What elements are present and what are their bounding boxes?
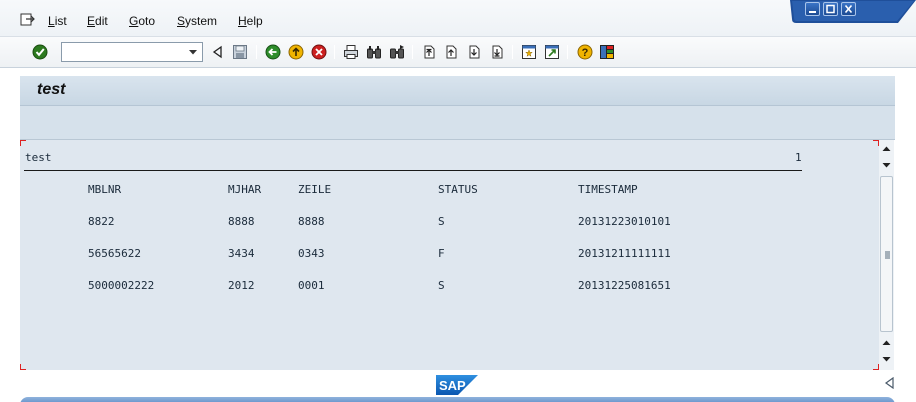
page-margin [0, 76, 20, 402]
screen-title: test [37, 81, 66, 98]
cell-status[interactable]: S [438, 215, 445, 228]
scroll-thumb[interactable] [880, 176, 893, 332]
cell-mjhar[interactable]: 2012 [228, 279, 255, 292]
enter-icon[interactable] [32, 44, 48, 60]
list-output: test 1 MBLNR MJHAR ZEILE STATUS TIMESTAM… [20, 140, 879, 370]
cell-status[interactable]: S [438, 279, 445, 292]
scroll-page-up-icon[interactable] [879, 142, 894, 156]
minimize-button[interactable] [805, 2, 820, 16]
chevron-down-icon[interactable] [184, 43, 202, 61]
frame-corner [20, 140, 26, 146]
menu-bar: List Edit Goto System Help [0, 0, 916, 36]
grip-icon [885, 251, 890, 259]
column-header-status[interactable]: STATUS [438, 183, 478, 196]
cell-timestamp[interactable]: 20131225081651 [578, 279, 671, 292]
list-header-title: test [25, 151, 52, 164]
sap-logo-text: SAP [439, 378, 466, 393]
list-page-number: 1 [795, 151, 802, 164]
command-field[interactable] [61, 42, 203, 62]
vertical-scrollbar[interactable] [879, 140, 894, 370]
maximize-button[interactable] [823, 2, 838, 16]
command-input[interactable] [64, 44, 182, 60]
create-session-icon[interactable] [521, 44, 537, 60]
sap-logo: SAP [436, 375, 478, 395]
cell-mblnr[interactable]: 56565622 [88, 247, 141, 260]
cell-zeile[interactable]: 0343 [298, 247, 325, 260]
menu-list[interactable]: List [48, 14, 67, 28]
help-icon[interactable]: ? [577, 44, 593, 60]
frame-corner [20, 364, 26, 370]
status-bar [20, 397, 895, 402]
cell-zeile[interactable]: 8888 [298, 215, 325, 228]
cell-timestamp[interactable]: 20131223010101 [578, 215, 671, 228]
find-next-icon[interactable] [389, 44, 405, 60]
menu-system[interactable]: System [177, 14, 217, 28]
cell-timestamp[interactable]: 20131211111111 [578, 247, 671, 260]
cell-zeile[interactable]: 0001 [298, 279, 325, 292]
header-divider [24, 170, 802, 171]
previous-page-icon[interactable] [443, 44, 459, 60]
cell-status[interactable]: F [438, 247, 445, 260]
cancel-icon[interactable] [311, 44, 327, 60]
customize-layout-icon[interactable] [599, 44, 615, 60]
menu-edit[interactable]: Edit [87, 14, 108, 28]
close-window-button[interactable] [841, 2, 856, 16]
exit-icon[interactable] [288, 44, 304, 60]
cell-mblnr[interactable]: 5000002222 [88, 279, 154, 292]
column-header-mblnr[interactable]: MBLNR [88, 183, 121, 196]
scroll-down-icon[interactable] [879, 352, 894, 366]
print-icon[interactable] [343, 44, 359, 60]
system-toolbar: ? [0, 36, 916, 68]
back-icon[interactable] [265, 44, 281, 60]
cell-mblnr[interactable]: 8822 [88, 215, 115, 228]
cell-mjhar[interactable]: 8888 [228, 215, 255, 228]
expand-status-icon[interactable] [883, 376, 895, 390]
column-header-mjhar[interactable]: MJHAR [228, 183, 261, 196]
save-icon[interactable] [232, 44, 248, 60]
menu-help[interactable]: Help [238, 14, 263, 28]
application-toolbar [20, 106, 895, 140]
scroll-up-arrow-icon[interactable] [879, 336, 894, 350]
svg-text:?: ? [582, 47, 589, 59]
window-controls [790, 0, 916, 23]
next-page-icon[interactable] [466, 44, 482, 60]
title-bar: test [20, 76, 895, 106]
shortcut-icon[interactable] [544, 44, 560, 60]
column-header-zeile[interactable]: ZEILE [298, 183, 331, 196]
first-page-icon[interactable] [421, 44, 437, 60]
last-page-icon[interactable] [489, 44, 505, 60]
back-nav-icon[interactable] [210, 44, 226, 60]
column-header-timestamp[interactable]: TIMESTAMP [578, 183, 638, 196]
cell-mjhar[interactable]: 3434 [228, 247, 255, 260]
scroll-up-icon[interactable] [879, 158, 894, 172]
menu-document-icon[interactable] [20, 13, 36, 27]
find-icon[interactable] [366, 44, 382, 60]
menu-goto[interactable]: Goto [129, 14, 155, 28]
